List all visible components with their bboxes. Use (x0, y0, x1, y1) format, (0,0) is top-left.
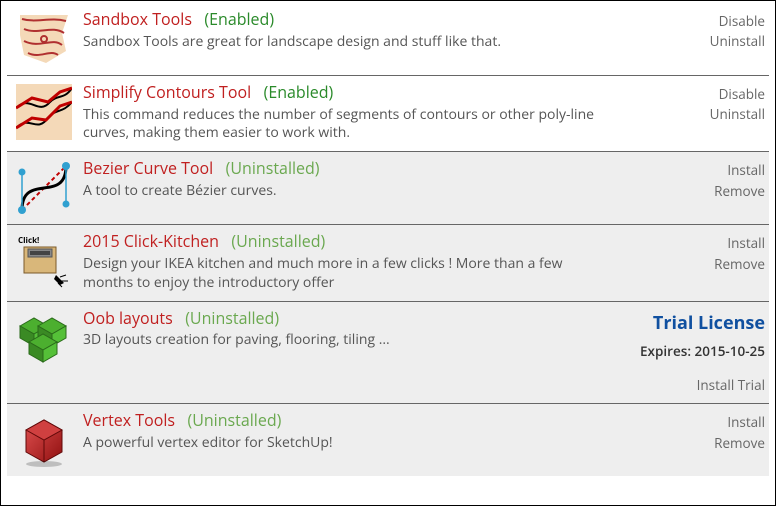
sandbox-icon (11, 9, 77, 67)
extension-status: (Enabled) (204, 8, 274, 30)
extension-title-line: Simplify Contours Tool (Enabled) (83, 82, 619, 104)
remove-button[interactable]: Remove (625, 254, 765, 274)
extension-name[interactable]: Sandbox Tools (83, 8, 192, 30)
extension-title-line: 2015 Click-Kitchen (Uninstalled) (83, 231, 619, 253)
click-kitchen-icon: Click! (11, 231, 77, 292)
extension-name[interactable]: Bezier Curve Tool (83, 157, 213, 179)
bezier-curve-icon (11, 158, 77, 216)
install-button[interactable]: Install (625, 412, 765, 432)
extension-description: A powerful vertex editor for SketchUp! (83, 434, 603, 453)
remove-button[interactable]: Remove (625, 433, 765, 453)
extension-title-line: Sandbox Tools (Enabled) (83, 9, 619, 31)
extension-status: (Enabled) (264, 81, 334, 103)
extension-title-line: Oob layouts (Uninstalled) (83, 308, 619, 330)
extension-description: Sandbox Tools are great for landscape de… (83, 33, 603, 52)
extension-actions: Install Remove (625, 158, 765, 216)
extension-name[interactable]: 2015 Click-Kitchen (83, 230, 219, 252)
extension-info: 2015 Click-Kitchen (Uninstalled) Design … (77, 231, 625, 292)
svg-text:Click!: Click! (18, 235, 39, 246)
simplify-contours-icon (11, 82, 77, 143)
disable-button[interactable]: Disable (625, 11, 765, 31)
trial-expiry: Expires: 2015-10-25 (625, 341, 765, 361)
extension-title-line: Bezier Curve Tool (Uninstalled) (83, 158, 619, 180)
vertex-tools-icon (11, 410, 77, 468)
extension-row: Simplify Contours Tool (Enabled) This co… (7, 76, 769, 152)
trial-expiry-date: 2015-10-25 (695, 342, 765, 360)
install-button[interactable]: Install (625, 233, 765, 253)
extension-info: Sandbox Tools (Enabled) Sandbox Tools ar… (77, 9, 625, 67)
install-button[interactable]: Install (625, 160, 765, 180)
extension-actions: Install Remove (625, 410, 765, 468)
extension-name[interactable]: Oob layouts (83, 307, 173, 329)
trial-license-label: Trial License (625, 310, 765, 337)
extension-row: Vertex Tools (Uninstalled) A powerful ve… (7, 404, 769, 476)
extension-info: Oob layouts (Uninstalled) 3D layouts cre… (77, 308, 625, 396)
extension-status: (Uninstalled) (231, 230, 325, 252)
extension-list: Sandbox Tools (Enabled) Sandbox Tools ar… (7, 3, 769, 476)
extension-status: (Uninstalled) (226, 157, 320, 179)
extension-description: 3D layouts creation for paving, flooring… (83, 331, 603, 350)
extension-name[interactable]: Simplify Contours Tool (83, 81, 251, 103)
oob-layouts-icon (11, 308, 77, 396)
extension-info: Vertex Tools (Uninstalled) A powerful ve… (77, 410, 625, 468)
trial-expiry-label: Expires: (640, 342, 691, 360)
extension-actions: Disable Uninstall (625, 9, 765, 67)
extension-row: Click! 2015 Click-Kitchen (Uninstalled) … (7, 225, 769, 301)
install-trial-button[interactable]: Install Trial (625, 375, 765, 395)
extension-actions: Install Remove (625, 231, 765, 292)
extension-actions: Disable Uninstall (625, 82, 765, 143)
extension-title-line: Vertex Tools (Uninstalled) (83, 410, 619, 432)
extension-info: Bezier Curve Tool (Uninstalled) A tool t… (77, 158, 625, 216)
extension-row: Bezier Curve Tool (Uninstalled) A tool t… (7, 152, 769, 225)
extension-status: (Uninstalled) (185, 307, 279, 329)
extension-row: Oob layouts (Uninstalled) 3D layouts cre… (7, 302, 769, 405)
remove-button[interactable]: Remove (625, 181, 765, 201)
extension-description: A tool to create Bézier curves. (83, 182, 603, 201)
extension-description: Design your IKEA kitchen and much more i… (83, 255, 603, 293)
disable-button[interactable]: Disable (625, 84, 765, 104)
uninstall-button[interactable]: Uninstall (625, 104, 765, 124)
extension-info: Simplify Contours Tool (Enabled) This co… (77, 82, 625, 143)
extension-manager: Sandbox Tools (Enabled) Sandbox Tools ar… (0, 0, 776, 506)
extension-name[interactable]: Vertex Tools (83, 409, 175, 431)
extension-row: Sandbox Tools (Enabled) Sandbox Tools ar… (7, 3, 769, 76)
extension-actions: Trial License Expires: 2015-10-25 Instal… (625, 308, 765, 396)
uninstall-button[interactable]: Uninstall (625, 31, 765, 51)
extension-description: This command reduces the number of segme… (83, 106, 603, 144)
extension-status: (Uninstalled) (187, 409, 281, 431)
